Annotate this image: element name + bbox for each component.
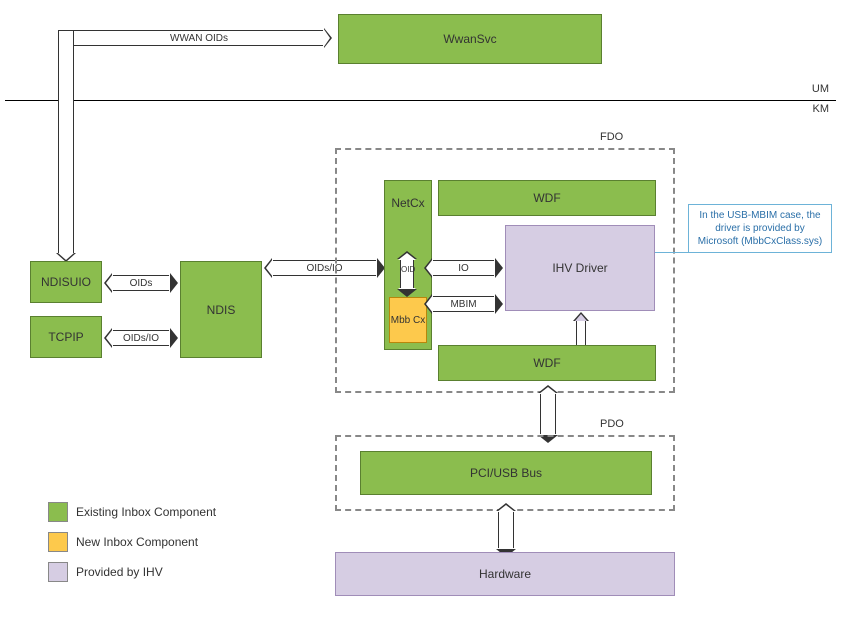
elbow-cap-top [58,30,74,31]
wwan-oids-arrow: WWAN OIDs [74,30,324,46]
wwansvc-label: WwanSvc [443,32,496,46]
hardware-label: Hardware [479,567,531,581]
mbim-arrow-label: MBIM [450,299,476,310]
hardware-box: Hardware [335,552,675,596]
mbbcx-label: Mbb Cx [391,315,425,326]
wwan-oids-arrow-label: WWAN OIDs [170,33,228,44]
ihv-wdf-conn-body [576,321,586,345]
legend-swatch-new [48,532,68,552]
um-label: UM [812,83,829,95]
ndisuio-label: NDISUIO [41,275,91,289]
io-arrow: IO [432,260,495,276]
wdf-bottom-label: WDF [533,356,560,370]
ndis-box: NDIS [180,261,262,358]
km-label: KM [813,103,830,115]
tcpip-label: TCPIP [48,330,83,344]
pci-usb-bus-label: PCI/USB Bus [470,466,542,480]
elbow-arrowhead-inner [58,253,74,260]
ihv-driver-box: IHV Driver [505,225,655,311]
ihv-wdf-arrowhead-inner [575,314,587,321]
legend-swatch-ihv [48,562,68,582]
wdf-top-box: WDF [438,180,656,216]
callout-leader-line [655,252,688,253]
oids-arrow-label-1: OIDs [130,278,153,289]
callout-box: In the USB-MBIM case, the driver is prov… [688,204,832,253]
legend-swatch-existing [48,502,68,522]
mbbcx-box: Mbb Cx [389,297,427,343]
legend-existing-label: Existing Inbox Component [76,505,216,519]
legend-new-label: New Inbox Component [76,535,198,549]
pdo-hardware-arrow [498,511,514,549]
pci-usb-bus-box: PCI/USB Bus [360,451,652,495]
netcx-label: NetCx [391,196,424,210]
fdo-pdo-arrow [540,393,556,435]
tcpip-box: TCPIP [30,316,102,358]
oids-io-arrow-tcpip-ndis: OIDs/IO [112,330,170,346]
wdf-top-label: WDF [533,191,560,205]
oids-arrow-ndisuio-ndis: OIDs [112,275,170,291]
ihv-driver-label: IHV Driver [552,261,607,275]
oid-arrow-label: OID [401,265,415,274]
wdf-bottom-box: WDF [438,345,656,381]
mbim-arrow: MBIM [432,296,495,312]
callout-text: In the USB-MBIM case, the driver is prov… [698,210,822,247]
oids-io-arrow-label-1: OIDs/IO [123,333,159,344]
wwansvc-box: WwanSvc [338,14,602,64]
pdo-caption: PDO [600,418,624,430]
oid-vertical-arrow [400,259,414,289]
fdo-caption: FDO [600,131,623,143]
ndis-label: NDIS [207,303,236,317]
wwan-oids-elbow [58,30,74,255]
io-arrow-label: IO [458,263,469,274]
ndisuio-box: NDISUIO [30,261,102,303]
mode-divider-line [5,100,836,101]
legend-ihv-label: Provided by IHV [76,565,163,579]
